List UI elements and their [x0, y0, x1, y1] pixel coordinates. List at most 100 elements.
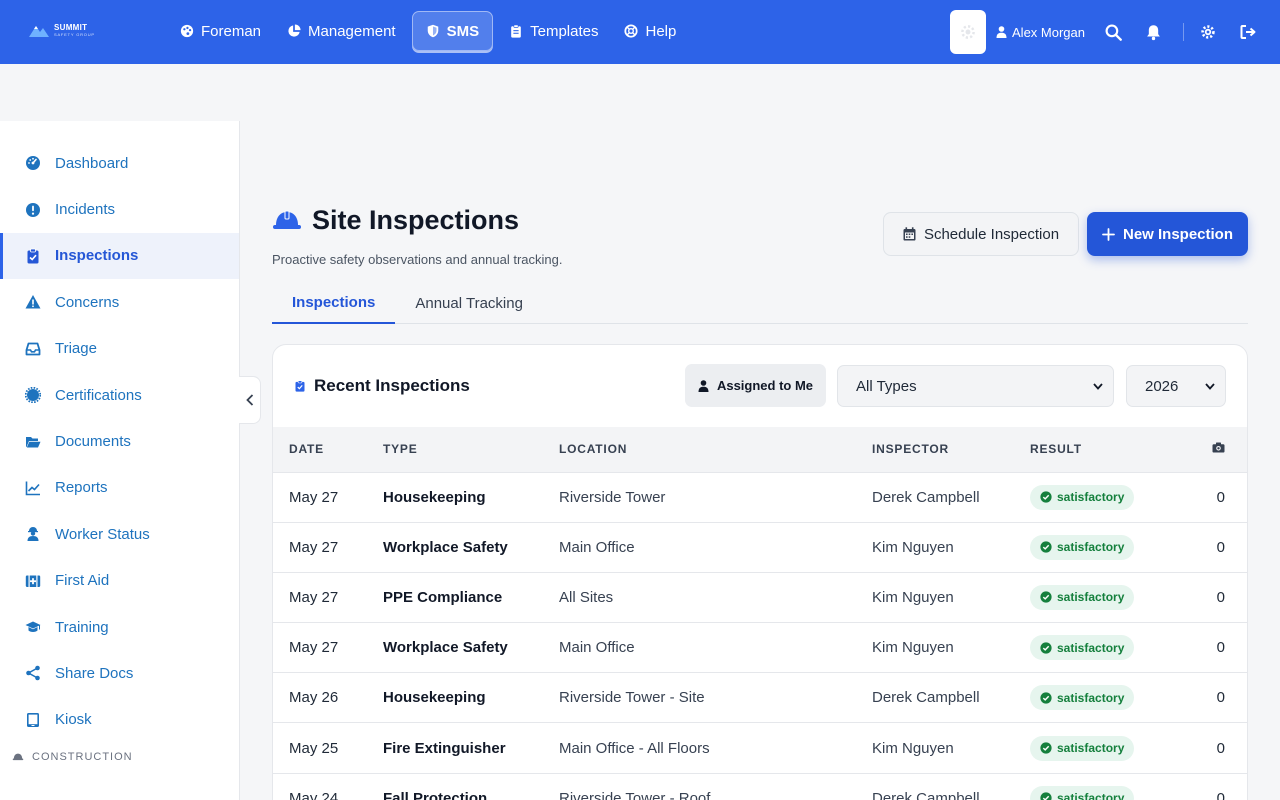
sidebar-item-concerns[interactable]: Concerns	[0, 279, 239, 325]
sidebar-item-documents[interactable]: Documents	[0, 418, 239, 464]
table-row[interactable]: May 24 Fall Protection Riverside Tower - R…	[273, 773, 1247, 800]
nav-label: Help	[645, 22, 677, 40]
column-header-photos[interactable]	[1180, 427, 1247, 472]
nav-item-sms[interactable]: SMS	[411, 11, 494, 51]
sidebar-item-kiosk[interactable]: Kiosk	[0, 697, 239, 743]
cell-result: satisfactory	[1030, 673, 1180, 723]
nav-item-foreman[interactable]: Foreman	[170, 11, 271, 51]
check-circle-icon	[1040, 491, 1052, 503]
check-circle-icon	[1040, 591, 1052, 604]
cell-photos: 0	[1216, 639, 1225, 657]
logout-button[interactable]	[1238, 22, 1258, 42]
column-header-result[interactable]: RESULT	[1030, 427, 1180, 472]
cell-date: May 24	[289, 789, 339, 800]
card-title: Recent Inspections	[314, 376, 470, 395]
search-icon	[1105, 24, 1122, 41]
hard-hat-icon	[12, 753, 24, 761]
table-row[interactable]: May 27 Housekeeping Riverside Tower Derek C…	[273, 472, 1247, 522]
clipboard-check-icon	[27, 248, 39, 264]
status-badge-label: satisfactory	[1057, 640, 1125, 655]
nav-item-help[interactable]: Help	[614, 11, 686, 51]
cell-inspector: Derek Campbell	[872, 689, 980, 707]
sidebar-item-incidents[interactable]: Incidents	[0, 186, 239, 232]
type-filter-value: All Types	[856, 377, 917, 395]
cell-inspector: Derek Campbell	[872, 488, 980, 506]
sidebar-item-worker-status[interactable]: Worker Status	[0, 511, 239, 557]
table-row[interactable]: May 26 Housekeeping Riverside Tower - Site…	[273, 672, 1247, 723]
new-inspection-label: New Inspection	[1122, 225, 1234, 243]
sidebar-item-label: Triage	[55, 340, 97, 358]
cell-date: May 25	[289, 739, 339, 757]
cell-photos: 0	[1216, 789, 1225, 800]
cell-type: Housekeeping	[383, 689, 486, 707]
sidebar-item-label: Dashboard	[55, 154, 129, 172]
table-row[interactable]: May 25 Fire Extinguisher Main Office - All…	[273, 722, 1247, 773]
cell-date: May 27	[289, 538, 339, 556]
column-header-date[interactable]: DATE	[273, 427, 383, 472]
page-subtitle: Proactive safety observations and annual…	[272, 252, 563, 267]
status-badge-label: satisfactory	[1057, 540, 1125, 555]
sidebar-item-dashboard[interactable]: Dashboard	[0, 140, 239, 186]
sidebar-collapse-button[interactable]	[239, 376, 261, 424]
sidebar-item-reports[interactable]: Reports	[0, 465, 239, 511]
column-header-location[interactable]: LOCATION	[559, 427, 872, 472]
sidebar-item-triage[interactable]: Triage	[0, 326, 239, 372]
chevron-down-icon	[1093, 382, 1103, 390]
sidebar-section-construction: CONSTRUCTION	[0, 751, 239, 763]
schedule-inspection-button[interactable]: Schedule Inspection	[883, 212, 1079, 256]
check-circle-icon	[1040, 792, 1052, 800]
cell-date: May 27	[289, 639, 339, 657]
status-badge-label: satisfactory	[1057, 791, 1125, 800]
settings-button[interactable]	[1198, 22, 1218, 42]
nav-item-management[interactable]: Management	[277, 11, 406, 51]
status-badge: satisfactory	[1030, 584, 1135, 610]
cell-result: satisfactory	[1030, 472, 1180, 522]
cell-location: Main Office	[559, 639, 635, 657]
column-header-type[interactable]: TYPE	[383, 427, 559, 472]
year-filter-select[interactable]: 2026	[1126, 365, 1226, 407]
user-menu[interactable]: Alex Morgan	[996, 25, 1085, 40]
nav-label: SMS	[446, 22, 480, 40]
nav-item-templates[interactable]: Templates	[499, 11, 608, 51]
logout-icon	[1240, 25, 1255, 39]
graduation-cap-icon	[25, 621, 41, 633]
gauge-icon	[26, 156, 40, 171]
table-row[interactable]: May 27 Workplace Safety Main Office Kim Ngu…	[273, 522, 1247, 572]
table-row[interactable]: May 27 PPE Compliance All Sites Kim Nguyen s…	[273, 572, 1247, 622]
sidebar-item-share-docs[interactable]: Share Docs	[0, 650, 239, 696]
table-row[interactable]: May 27 Workplace Safety Main Office Kim Ngu…	[273, 622, 1247, 673]
column-header-inspector[interactable]: INSPECTOR	[872, 427, 1030, 472]
sidebar-item-inspections[interactable]: Inspections	[0, 232, 239, 280]
type-filter-select[interactable]: All Types	[837, 365, 1114, 407]
tab-annual-tracking[interactable]: Annual Tracking	[395, 282, 543, 324]
settings-toggle-button[interactable]	[950, 10, 987, 54]
cell-location: All Sites	[559, 588, 614, 606]
sidebar-item-certifications[interactable]: Certifications	[0, 372, 239, 418]
cell-type: Fall Protection	[383, 789, 488, 800]
brand-logo[interactable]: SUMMIT SAFETY GROUP	[28, 22, 95, 38]
sidebar-item-first-aid[interactable]: First Aid	[0, 558, 239, 604]
status-badge: satisfactory	[1030, 635, 1135, 661]
tab-inspections[interactable]: Inspections	[272, 282, 396, 324]
cell-location: Riverside Tower	[559, 488, 666, 506]
schedule-inspection-label: Schedule Inspection	[923, 225, 1060, 243]
sidebar-item-training[interactable]: Training	[0, 604, 239, 650]
pie-chart-icon	[288, 24, 301, 37]
medkit-icon	[25, 575, 41, 587]
sidebar-section-label: CONSTRUCTION	[32, 751, 133, 764]
brand-name: SUMMIT	[54, 22, 88, 32]
cell-type: Fire Extinguisher	[383, 739, 506, 757]
main-nav: Foreman Management SMS Templates Help	[170, 11, 686, 51]
new-inspection-button[interactable]: New Inspection	[1087, 212, 1248, 256]
cell-result: satisfactory	[1030, 572, 1180, 622]
assigned-to-me-button[interactable]: Assigned to Me	[685, 364, 826, 407]
page-tabs: Inspections Annual Tracking	[272, 282, 1248, 324]
cell-inspector: Kim Nguyen	[872, 739, 954, 757]
table-body: May 27 Housekeeping Riverside Tower Derek C…	[273, 472, 1247, 800]
cell-photos: 0	[1216, 689, 1225, 707]
sidebar: Dashboard Incidents Inspections Concerns…	[0, 121, 240, 800]
search-button[interactable]	[1103, 22, 1123, 42]
notifications-button[interactable]	[1143, 22, 1163, 42]
lifebuoy-icon	[624, 24, 639, 38]
user-name: Alex Morgan	[1012, 24, 1085, 40]
